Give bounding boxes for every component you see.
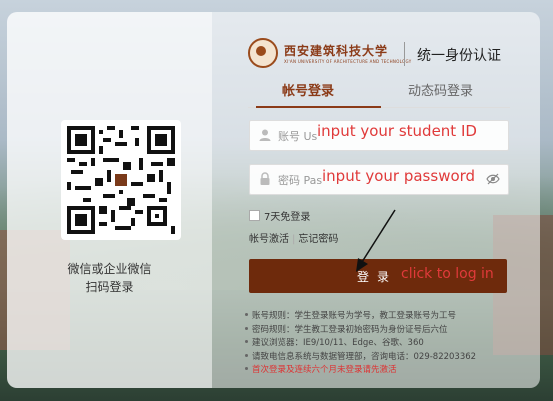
- tab-account-login[interactable]: 帐号登录: [282, 82, 334, 106]
- remember-checkbox[interactable]: [249, 210, 260, 221]
- remember-me[interactable]: 7天免登录: [249, 208, 310, 223]
- rule-item: 账号规则：学生登录账号为学号，教工登录账号为工号: [245, 310, 476, 324]
- login-button-label: 登录: [357, 270, 398, 284]
- forgot-password-link[interactable]: 忘记密码: [298, 234, 338, 245]
- activate-account-link[interactable]: 帐号激活: [249, 234, 289, 245]
- rule-item-warning: 首次登录及连续六个月未登录请先激活: [245, 364, 476, 378]
- annotation-username-hint: input your student ID: [317, 122, 477, 140]
- rule-item: 密码规则：学生教工登录初始密码为身份证号后六位: [245, 324, 476, 338]
- tab-dynamic-code-login[interactable]: 动态码登录: [408, 82, 473, 106]
- login-tabs: 帐号登录 动态码登录: [248, 82, 510, 108]
- hide-password-icon[interactable]: [486, 173, 500, 185]
- system-title: 统一身份认证: [417, 48, 501, 64]
- rule-text: 请致电信息系统与数据管理部，咨询电话：029-82203362: [252, 351, 477, 362]
- qr-caption: 微信或企业微信 扫码登录: [7, 260, 212, 296]
- rule-text: 首次登录及连续六个月未登录请先激活: [252, 365, 397, 375]
- rule-text: 账号规则：学生登录账号为学号，教工登录账号为工号: [252, 311, 457, 321]
- rule-item: 请致电信息系统与数据管理部，咨询电话：029-82203362: [245, 351, 476, 365]
- account-login-panel: 西安建筑科技大学 XI'AN UNIVERSITY OF ARCHITECTUR…: [212, 12, 540, 388]
- bullet-icon: [245, 367, 248, 370]
- qr-code[interactable]: [61, 120, 181, 240]
- university-name-en: XI'AN UNIVERSITY OF ARCHITECTURE AND TEC…: [284, 59, 412, 64]
- account-links: 帐号激活 | 忘记密码: [249, 230, 338, 245]
- login-rules: 账号规则：学生登录账号为学号，教工登录账号为工号 密码规则：学生教工登录初始密码…: [245, 310, 476, 378]
- bullet-icon: [245, 353, 248, 357]
- link-separator: |: [292, 234, 296, 245]
- university-logo: 西安建筑科技大学 XI'AN UNIVERSITY OF ARCHITECTUR…: [248, 38, 411, 68]
- remember-label: 7天免登录: [264, 212, 311, 223]
- active-tab-indicator: [256, 106, 381, 108]
- rule-item: 建议浏览器：IE9/10/11、Edge、谷歌、360: [245, 337, 476, 351]
- qr-login-panel: 微信或企业微信 扫码登录: [7, 12, 212, 388]
- bullet-icon: [245, 340, 248, 343]
- university-emblem-icon: [248, 38, 278, 68]
- rule-text: 密码规则：学生教工登录初始密码为身份证号后六位: [252, 324, 448, 335]
- qr-code-image: [67, 126, 175, 234]
- lock-icon: [260, 172, 270, 185]
- university-name: 西安建筑科技大学: [284, 44, 389, 58]
- annotation-password-hint: input your password: [322, 167, 476, 185]
- qr-caption-line1: 微信或企业微信: [67, 262, 152, 276]
- bullet-icon: [245, 313, 248, 316]
- annotation-login-hint: click to log in: [401, 266, 494, 282]
- bullet-icon: [245, 326, 248, 330]
- rule-text: 建议浏览器：IE9/10/11、Edge、谷歌、360: [252, 338, 424, 348]
- header-divider: [404, 42, 405, 66]
- qr-caption-line2: 扫码登录: [85, 280, 134, 294]
- user-icon: [259, 129, 271, 141]
